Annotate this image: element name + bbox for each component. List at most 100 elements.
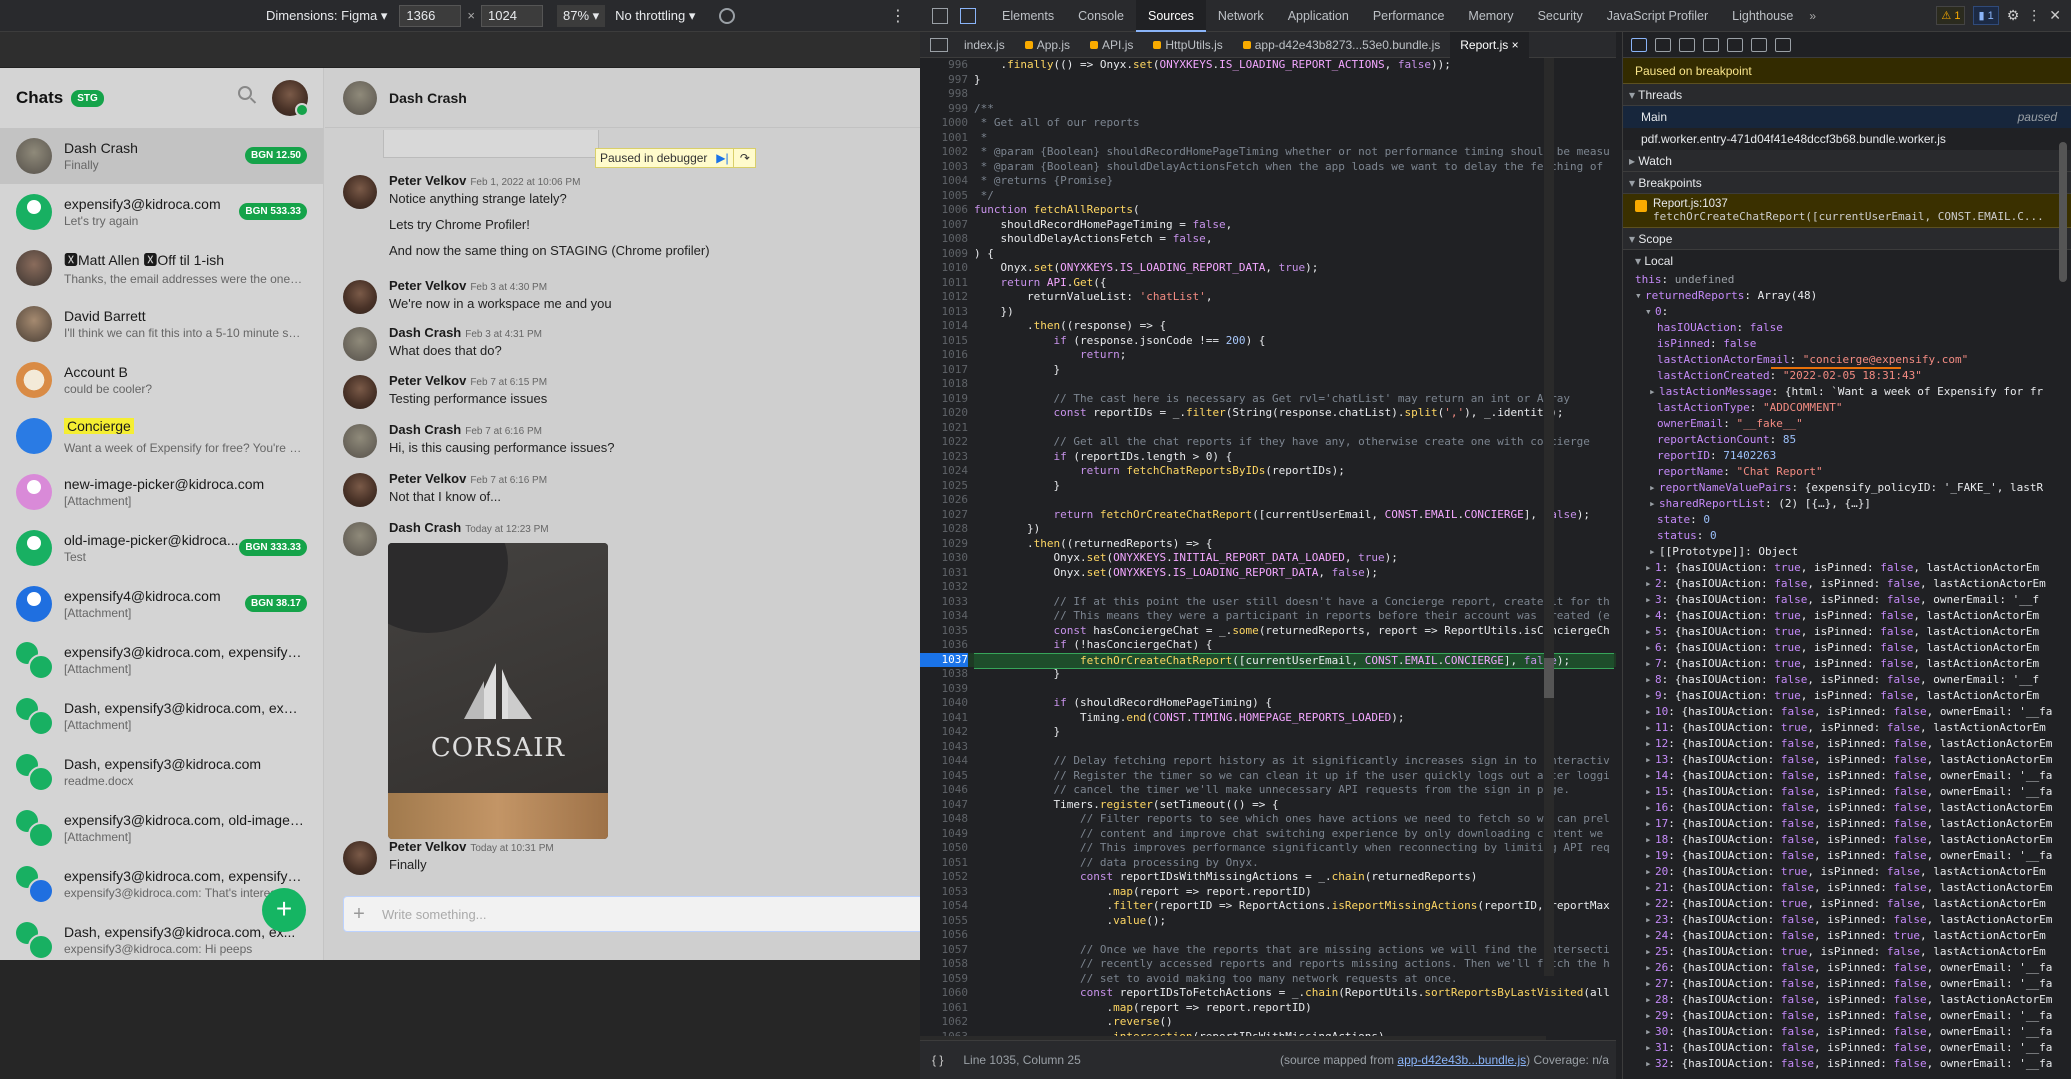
- code-line[interactable]: 1054 .filter(reportID => ReportActions.i…: [920, 899, 1616, 914]
- scope-row[interactable]: ▸ reportNameValuePairs: {expensify_policy…: [1623, 480, 2071, 496]
- scope-row[interactable]: reportActionCount: 85: [1623, 432, 2071, 448]
- scope-row[interactable]: ▾ returnedReports: Array(48): [1623, 288, 2071, 304]
- code-line[interactable]: 1004 * @returns {Promise}: [920, 174, 1616, 189]
- code-line[interactable]: 1028 }): [920, 522, 1616, 537]
- code-line[interactable]: 1049 // content and improve chat switchi…: [920, 827, 1616, 842]
- avatar[interactable]: [343, 175, 377, 209]
- rotate-icon[interactable]: [719, 7, 736, 24]
- message-author[interactable]: Peter Velkov: [389, 173, 466, 188]
- avatar[interactable]: [343, 327, 377, 361]
- list-item[interactable]: Concierge Want a week of Expensify for fr…: [0, 408, 323, 464]
- avatar[interactable]: [343, 473, 377, 507]
- code-line[interactable]: 1007 shouldRecordHomePageTiming = false,: [920, 218, 1616, 233]
- tab-lighthouse[interactable]: Lighthouse: [1720, 0, 1805, 32]
- avatar[interactable]: [343, 80, 377, 115]
- message-author[interactable]: Dash Crash: [389, 422, 461, 437]
- attach-plus-icon[interactable]: +: [344, 903, 374, 926]
- breakpoint-checkbox[interactable]: [1635, 200, 1647, 212]
- list-item[interactable]: Dash, expensify3@kidroca.com readme.docx: [0, 744, 323, 800]
- line-number[interactable]: 1033: [920, 595, 969, 610]
- scope-row[interactable]: reportName: "Chat Report": [1623, 464, 2071, 480]
- scope-row[interactable]: ▸ 20: {hasIOUAction: true, isPinned: fals…: [1623, 864, 2071, 880]
- code-line[interactable]: 1061 .map(report => report.reportID): [920, 1001, 1616, 1016]
- line-number[interactable]: 1001: [920, 131, 969, 146]
- scope-row[interactable]: ▸ [[Prototype]]: Object: [1623, 544, 2071, 560]
- line-number[interactable]: 1002: [920, 145, 969, 160]
- local-scope[interactable]: Local: [1623, 250, 2071, 272]
- line-number[interactable]: 1055: [920, 914, 969, 929]
- scope-row[interactable]: ▸ 12: {hasIOUAction: false, isPinned: fal…: [1623, 736, 2071, 752]
- code-line[interactable]: 999 /**: [920, 102, 1616, 117]
- line-number[interactable]: 1013: [920, 305, 969, 320]
- pause-on-exceptions-icon[interactable]: [1775, 37, 1791, 52]
- code-line[interactable]: 1018: [920, 377, 1616, 392]
- scope-row[interactable]: ▸ 3: {hasIOUAction: false, isPinned: fals…: [1623, 592, 2071, 608]
- line-number[interactable]: 1031: [920, 566, 969, 581]
- scope-row[interactable]: ▾ 0:: [1623, 304, 2071, 320]
- editor-scrollbar[interactable]: [1544, 58, 1554, 976]
- line-number[interactable]: 1027: [920, 508, 969, 523]
- scope-row[interactable]: ▸ 15: {hasIOUAction: false, isPinned: fal…: [1623, 784, 2071, 800]
- code-line[interactable]: 1034 // This means they were a participa…: [920, 609, 1616, 624]
- line-number[interactable]: 1049: [920, 827, 969, 842]
- code-line[interactable]: 1036 if (!hasConciergeChat) {: [920, 638, 1616, 653]
- tab-javascript-profiler[interactable]: JavaScript Profiler: [1595, 0, 1720, 32]
- tab-elements[interactable]: Elements: [990, 0, 1066, 32]
- scope-row[interactable]: ▸ 29: {hasIOUAction: false, isPinned: fal…: [1623, 1008, 2071, 1024]
- file-tab[interactable]: Report.js ×: [1450, 31, 1529, 58]
- line-number[interactable]: 1003: [920, 160, 969, 175]
- line-number[interactable]: 1004: [920, 174, 969, 189]
- line-number[interactable]: 1036: [920, 638, 969, 653]
- code-line[interactable]: 1011 return API.Get({: [920, 276, 1616, 291]
- line-number[interactable]: 1012: [920, 290, 969, 305]
- line-number[interactable]: 1025: [920, 479, 969, 494]
- line-number[interactable]: 1023: [920, 450, 969, 465]
- code-line[interactable]: 1030 Onyx.set(ONYXKEYS.INITIAL_REPORT_DA…: [920, 551, 1616, 566]
- code-line[interactable]: 1006 function fetchAllReports(: [920, 203, 1616, 218]
- line-number[interactable]: 1048: [920, 812, 969, 827]
- scope-row[interactable]: lastActionCreated: "2022-02-05 18:31:43": [1623, 368, 2071, 384]
- tab-performance[interactable]: Performance: [1361, 0, 1457, 32]
- line-number[interactable]: 1062: [920, 1015, 969, 1030]
- scope-row[interactable]: ▸ sharedReportList: (2) [{…}, {…}]: [1623, 496, 2071, 512]
- thread-worker[interactable]: pdf.worker.entry-471d04f41e48dccf3b68.bu…: [1623, 128, 2071, 150]
- line-number[interactable]: 1042: [920, 725, 969, 740]
- avatar[interactable]: [272, 80, 309, 117]
- line-number[interactable]: 1009: [920, 247, 969, 262]
- code-line[interactable]: 1042 }: [920, 725, 1616, 740]
- line-number[interactable]: 1050: [920, 841, 969, 856]
- code-line[interactable]: 1055 .value();: [920, 914, 1616, 929]
- line-number[interactable]: 998: [920, 87, 968, 102]
- line-number[interactable]: 1016: [920, 348, 969, 363]
- scope-row[interactable]: hasIOUAction: false: [1623, 320, 2071, 336]
- line-number[interactable]: 1045: [920, 769, 969, 784]
- message-author[interactable]: Dash Crash: [389, 325, 461, 340]
- code-line[interactable]: 1062 .reverse(): [920, 1015, 1616, 1030]
- tab-application[interactable]: Application: [1276, 0, 1361, 32]
- scope-row[interactable]: ▸ 17: {hasIOUAction: false, isPinned: fal…: [1623, 816, 2071, 832]
- list-item[interactable]: old-image-picker@kidroca.... Test BGN 333.…: [0, 520, 323, 576]
- code-line[interactable]: 1024 return fetchChatReportsByIDs(report…: [920, 464, 1616, 479]
- step-over-icon[interactable]: ↷: [733, 149, 755, 167]
- code-line[interactable]: 1041 Timing.end(CONST.TIMING.HOMEPAGE_RE…: [920, 711, 1616, 726]
- line-number[interactable]: 1005: [920, 189, 969, 204]
- scope-row[interactable]: ▸ 28: {hasIOUAction: false, isPinned: fal…: [1623, 992, 2071, 1008]
- code-line[interactable]: 1046 // cancel the timer we'll make unne…: [920, 783, 1616, 798]
- file-tab[interactable]: HttpUtils.js: [1143, 32, 1232, 58]
- line-number[interactable]: 1054: [920, 899, 969, 914]
- message-author[interactable]: Peter Velkov: [389, 278, 466, 293]
- width-input[interactable]: 1366: [399, 4, 462, 27]
- line-number[interactable]: 1039: [920, 682, 969, 697]
- breakpoints-section[interactable]: Breakpoints: [1623, 172, 2071, 194]
- code-line[interactable]: 1031 Onyx.set(ONYXKEYS.IS_LOADING_REPORT…: [920, 566, 1616, 581]
- list-item[interactable]: expensify4@kidroca.com [Attachment] BGN 38…: [0, 576, 323, 632]
- navigator-toggle-icon[interactable]: [930, 37, 948, 52]
- attachment-image[interactable]: CORSAIR: [388, 543, 608, 839]
- scope-row[interactable]: ▸ 19: {hasIOUAction: false, isPinned: fal…: [1623, 848, 2071, 864]
- code-line[interactable]: 1033 // If at this point the user still …: [920, 595, 1616, 610]
- scope-row[interactable]: ▸ 27: {hasIOUAction: false, isPinned: fal…: [1623, 976, 2071, 992]
- code-line[interactable]: 1056: [920, 928, 1616, 943]
- message-author[interactable]: Peter Velkov: [389, 373, 466, 388]
- code-line[interactable]: 1023 if (reportIDs.length > 0) {: [920, 450, 1616, 465]
- code-line[interactable]: 1039: [920, 682, 1616, 697]
